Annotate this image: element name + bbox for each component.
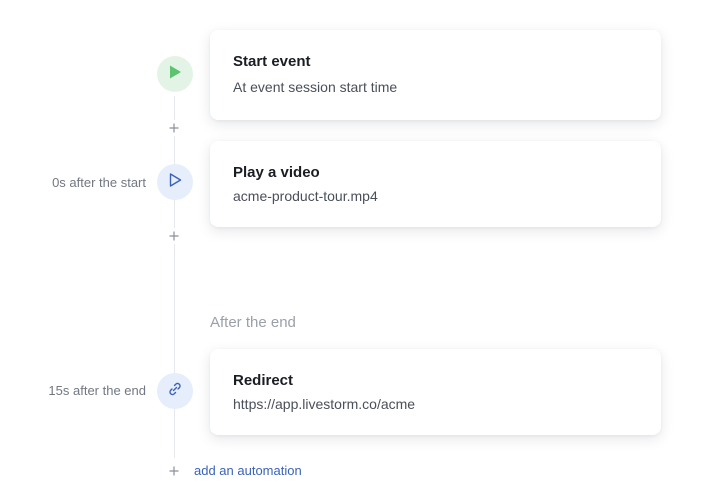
add-automation-link[interactable]: add an automation (194, 463, 302, 478)
add-step-button[interactable] (166, 228, 182, 244)
card-title: Start event (233, 53, 311, 70)
card-title: Redirect (233, 372, 294, 389)
step-timing-label: 0s after the start (52, 175, 146, 190)
card-subtitle: At event session start time (233, 79, 398, 95)
start-event-marker (157, 56, 193, 92)
play-outline-icon (168, 172, 182, 193)
link-icon (167, 381, 183, 402)
play-video-card[interactable]: Play a video acme-product-tour.mp4 (210, 141, 661, 227)
section-heading: After the end (210, 314, 296, 331)
add-step-button[interactable] (166, 120, 182, 136)
step-timing-label: 15s after the end (48, 383, 146, 398)
card-subtitle: acme-product-tour.mp4 (233, 188, 378, 204)
plus-icon (169, 231, 179, 241)
plus-icon (169, 466, 179, 476)
redirect-card[interactable]: Redirect https://app.livestorm.co/acme (210, 349, 661, 435)
play-filled-icon (168, 64, 182, 85)
play-video-marker (157, 164, 193, 200)
redirect-marker (157, 373, 193, 409)
card-subtitle: https://app.livestorm.co/acme (233, 396, 416, 412)
add-automation-plus[interactable] (166, 463, 182, 479)
plus-icon (169, 123, 179, 133)
card-title: Play a video (233, 164, 320, 181)
start-event-card[interactable]: Start event At event session start time (210, 30, 661, 120)
